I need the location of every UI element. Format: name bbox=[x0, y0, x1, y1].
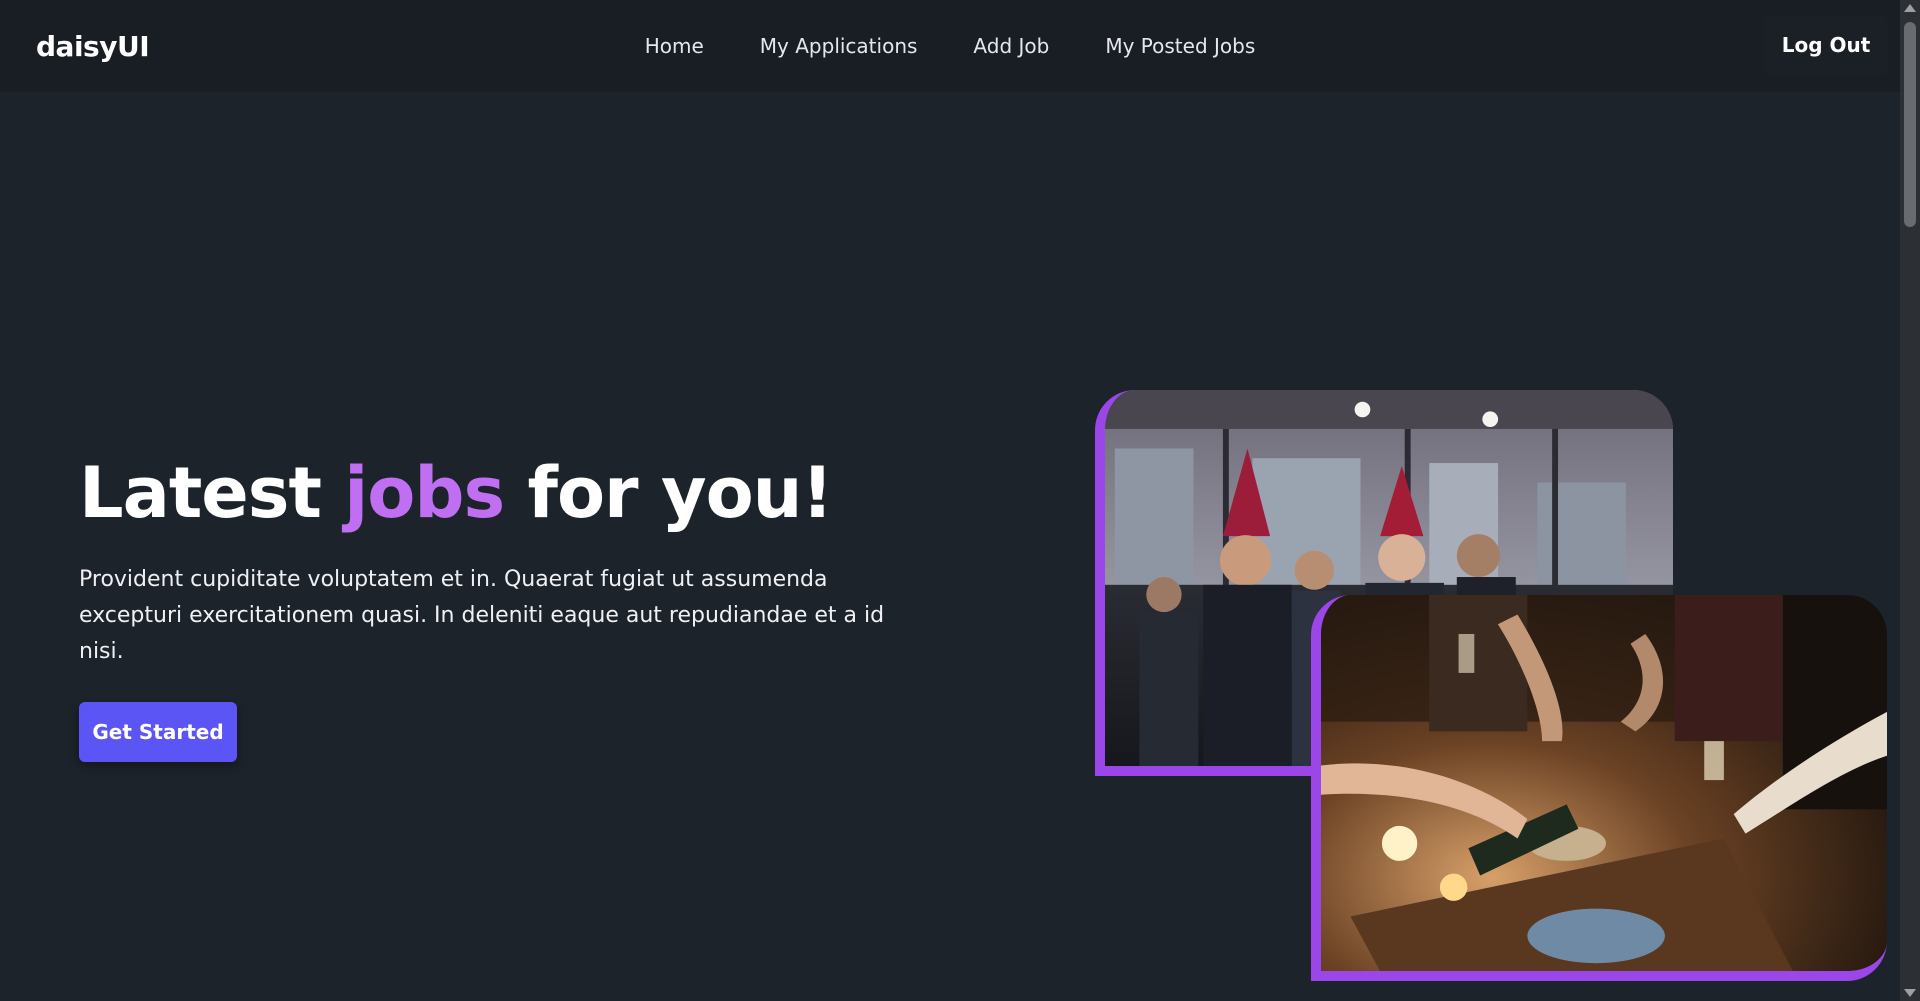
hero-title-start: Latest bbox=[79, 452, 345, 534]
nav-link-home[interactable]: Home bbox=[643, 26, 706, 66]
hero-title-accent: jobs bbox=[344, 452, 505, 534]
hero-section: Latest jobs for you! Provident cupiditat… bbox=[79, 455, 979, 762]
hero-title: Latest jobs for you! bbox=[79, 455, 979, 532]
party-photo-bottom bbox=[1311, 595, 1887, 981]
nav-link-my-posted-jobs[interactable]: My Posted Jobs bbox=[1103, 26, 1257, 66]
navbar: daisyUI Home My Applications Add Job My … bbox=[0, 0, 1900, 92]
get-started-button[interactable]: Get Started bbox=[79, 702, 237, 762]
party-photo-bottom-image bbox=[1321, 595, 1887, 971]
scroll-up-arrow-icon[interactable] bbox=[1904, 4, 1916, 12]
page-scrollbar[interactable] bbox=[1900, 0, 1920, 1001]
brand-logo[interactable]: daisyUI bbox=[36, 30, 150, 63]
nav-link-my-applications[interactable]: My Applications bbox=[758, 26, 920, 66]
hero-description: Provident cupiditate voluptatem et in. Q… bbox=[79, 567, 885, 664]
scroll-down-arrow-icon[interactable] bbox=[1904, 989, 1916, 997]
scroll-thumb[interactable] bbox=[1904, 22, 1916, 227]
logout-button[interactable]: Log Out bbox=[1764, 15, 1888, 75]
hero-title-end: for you! bbox=[504, 452, 834, 534]
nav-links: Home My Applications Add Job My Posted J… bbox=[0, 0, 1900, 92]
nav-link-add-job[interactable]: Add Job bbox=[971, 26, 1051, 66]
